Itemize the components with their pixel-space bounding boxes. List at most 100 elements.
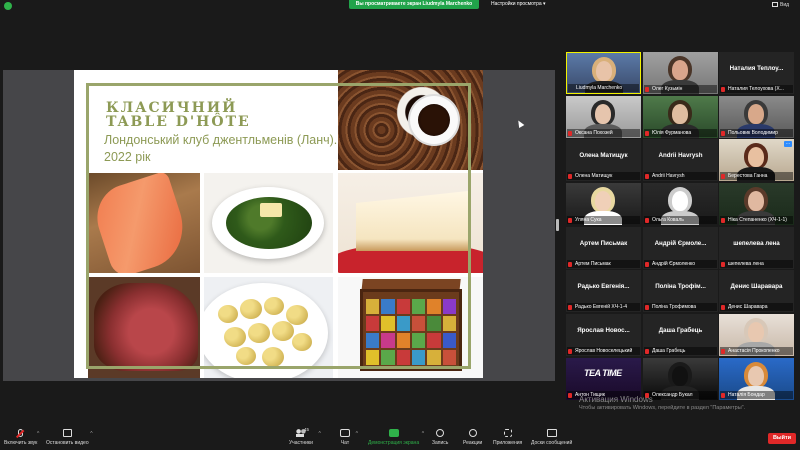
participant-tile[interactable]: Andrii Havrysh Andrii Havrysh: [643, 139, 718, 181]
microphone-muted-icon: [645, 262, 649, 267]
participant-tile[interactable]: ··· Берестова Ганна: [719, 139, 794, 181]
tea-time-overlay: TEA TIME: [584, 368, 622, 378]
chat-button[interactable]: Чат ^: [340, 429, 358, 446]
slide-title-line2: TABLE D'HÔTE: [106, 114, 251, 130]
participant-tile[interactable]: Уляна Сука: [566, 183, 641, 225]
participant-tile[interactable]: Андрій Єрмоле... Андрій Єрмоленко: [643, 227, 718, 269]
chevron-up-icon[interactable]: ^: [37, 431, 39, 437]
unmute-button[interactable]: Включить звук ^: [4, 429, 39, 446]
participant-tile[interactable]: Анастасія Прокопенко: [719, 314, 794, 356]
participant-tile[interactable]: Ярослав Новос... Ярослав Новоселецький: [566, 314, 641, 356]
participant-tile[interactable]: Наталія Бондар: [719, 358, 794, 400]
participant-tile[interactable]: Радько Евгенія... Радько Евгеній ХЧ-1-4: [566, 270, 641, 312]
apps-button[interactable]: Приложения: [493, 429, 522, 446]
participant-tile[interactable]: Liudmyla Marchenko: [566, 52, 641, 94]
security-shield-icon[interactable]: [4, 2, 12, 10]
chat-label: Чат: [340, 440, 350, 446]
record-button[interactable]: Запись: [432, 429, 448, 446]
participant-tile[interactable]: Ніка Степаненко (ХЧ-1-1): [719, 183, 794, 225]
microphone-muted-icon: [568, 218, 572, 223]
meeting-toolbar: Включить звук ^ Остановить видео ^ 45 Уч…: [0, 424, 800, 450]
reactions-label: Реакции: [463, 440, 483, 446]
potatoes-photo: [204, 277, 333, 378]
microphone-muted-icon: [721, 393, 725, 398]
view-settings-label: Настройки просмотра: [491, 1, 542, 7]
microphone-muted-icon: [568, 393, 572, 398]
participant-name: Олена Матищук: [579, 152, 628, 159]
participant-tile[interactable]: Ольга Коваль: [643, 183, 718, 225]
participant-face: [596, 61, 612, 81]
microphone-muted-icon: [721, 131, 725, 136]
leave-meeting-button[interactable]: Выйти: [768, 433, 796, 444]
participant-tile[interactable]: Наталия Теплоу... Наталия Телоухова (Х...: [719, 52, 794, 94]
participant-label: Артем Письмак: [567, 260, 640, 268]
chevron-up-icon[interactable]: ^: [422, 431, 424, 437]
participant-label: Оксана Похозей: [567, 129, 640, 137]
microphone-muted-icon: [645, 87, 649, 92]
chat-icon: [340, 429, 350, 437]
coffee-photo: [338, 70, 483, 170]
participant-name: Andrii Havrysh: [658, 152, 703, 159]
microphone-muted-icon: [721, 262, 725, 267]
participant-label: Наталия Телоухова (Х...: [720, 85, 793, 93]
participant-name: Андрій Єрмоле...: [654, 240, 707, 247]
chevron-up-icon[interactable]: ^: [356, 431, 358, 437]
more-options-icon[interactable]: ···: [784, 141, 792, 147]
microphone-muted-icon: [568, 262, 572, 267]
participant-tile[interactable]: Польовик Володимир: [719, 96, 794, 138]
participant-label: Денис Шаравара: [720, 303, 793, 311]
participant-face: [748, 191, 764, 211]
participants-count: 45: [304, 427, 310, 432]
presentation-slide: КЛАСИЧНИЙ TABLE D'HÔTE Лондонський клуб …: [74, 70, 483, 378]
participant-label: Берестова Ганна: [720, 172, 793, 180]
participant-tile[interactable]: Даша Грабець Даша Грабець: [643, 314, 718, 356]
cheesecake-photo: [338, 173, 483, 273]
reactions-button[interactable]: Реакции: [463, 429, 482, 446]
participant-label: Andrii Havrysh: [644, 172, 717, 180]
participant-tile[interactable]: Олег Кузьмін: [643, 52, 718, 94]
microphone-muted-icon: [721, 174, 725, 179]
participant-label: Олег Кузьмін: [644, 85, 717, 93]
whiteboards-button[interactable]: Доски сообщений: [531, 429, 572, 446]
microphone-muted-icon: [568, 174, 572, 179]
chevron-up-icon[interactable]: ^: [319, 431, 321, 437]
participant-tile[interactable]: TEA TIME Антон Тищик: [566, 358, 641, 400]
participants-label: Участники: [289, 440, 313, 446]
microphone-muted-icon: [645, 131, 649, 136]
share-screen-button[interactable]: Демонстрация экрана ^: [368, 429, 424, 446]
participant-face: [748, 104, 764, 124]
participant-tile[interactable]: Юлія Фурманова: [643, 96, 718, 138]
apps-icon: [503, 429, 512, 437]
participant-tile[interactable]: шепелева лена шепелева лена: [719, 227, 794, 269]
view-button[interactable]: Вид: [772, 2, 789, 8]
participant-label: Радько Евгеній ХЧ-1-4: [567, 303, 640, 311]
split-view-handle[interactable]: [556, 219, 559, 231]
microphone-muted-icon: [18, 429, 24, 437]
microphone-muted-icon: [645, 349, 649, 354]
screen-share-banner: Вы просматриваете экран Liudmyla Marchen…: [349, 0, 479, 9]
salmon-photo: [88, 173, 200, 273]
participant-name: Ярослав Новос...: [577, 327, 630, 334]
participant-face: [672, 60, 688, 80]
participant-label: Ольга Коваль: [644, 216, 717, 224]
chevron-up-icon[interactable]: ^: [90, 431, 92, 437]
participant-tile[interactable]: Поліна Трофім... Поліна Трофимова: [643, 270, 718, 312]
microphone-muted-icon: [568, 131, 572, 136]
participant-face: [748, 322, 764, 342]
stop-video-button[interactable]: Остановить видео ^: [46, 429, 93, 446]
participants-button[interactable]: 45 Участники ^: [289, 427, 321, 446]
participant-tile[interactable]: Артем Письмак Артем Письмак: [566, 227, 641, 269]
participant-label: Ніка Степаненко (ХЧ-1-1): [720, 216, 793, 224]
share-screen-icon: [388, 429, 399, 437]
participant-tile[interactable]: Олександр Букал: [643, 358, 718, 400]
spinach-photo: [204, 173, 333, 273]
whiteboard-icon: [546, 429, 557, 437]
participant-label: Андрій Єрмоленко: [644, 260, 717, 268]
participant-tile[interactable]: Денис Шаравара Денис Шаравара: [719, 270, 794, 312]
view-button-label: Вид: [780, 2, 790, 8]
participant-tile[interactable]: Оксана Похозей: [566, 96, 641, 138]
view-settings-menu[interactable]: Настройки просмотра ▾: [491, 0, 546, 9]
participant-tile[interactable]: Олена Матищук Олена Матищук: [566, 139, 641, 181]
slide-title: КЛАСИЧНИЙ TABLE D'HÔTE: [106, 101, 251, 129]
roast-beef-photo: [88, 277, 200, 378]
